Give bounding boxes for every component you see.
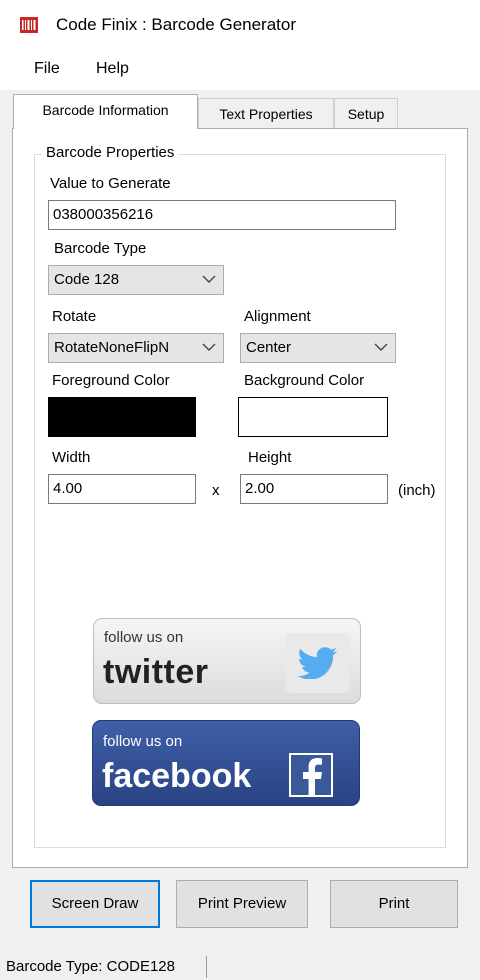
screen-draw-button[interactable]: Screen Draw <box>30 880 160 928</box>
follow-twitter-button[interactable]: follow us on twitter <box>93 618 361 704</box>
value-label: Value to Generate <box>50 175 171 192</box>
tab-text-properties[interactable]: Text Properties <box>198 98 334 128</box>
times-sign: x <box>212 482 220 499</box>
tab-setup[interactable]: Setup <box>334 98 398 128</box>
height-input[interactable]: 2.00 <box>240 474 388 504</box>
alignment-label: Alignment <box>244 308 311 325</box>
facebook-f-glyph <box>303 758 322 797</box>
height-label: Height <box>248 449 292 466</box>
value-input[interactable]: 038000356216 <box>48 200 396 230</box>
print-preview-button[interactable]: Print Preview <box>176 880 308 928</box>
alignment-select[interactable]: Center <box>240 333 396 363</box>
facebook-f-icon <box>289 753 333 797</box>
twitter-bird-icon <box>298 647 337 679</box>
facebook-small-text: follow us on <box>103 733 183 750</box>
menu-file[interactable]: File <box>34 60 60 78</box>
menu-help[interactable]: Help <box>96 60 129 78</box>
menu-bar <box>0 52 480 90</box>
barcode-type-label: Barcode Type <box>54 240 147 257</box>
facebook-big-text: facebook <box>102 757 252 795</box>
barcode-type-select[interactable]: Code 128 <box>48 265 224 295</box>
status-separator <box>206 956 207 978</box>
twitter-icon-box <box>286 633 350 693</box>
twitter-small-text: follow us on <box>104 629 184 646</box>
foreground-color-swatch[interactable] <box>48 397 196 437</box>
background-color-swatch[interactable] <box>238 397 388 437</box>
barcode-type-value: Code 128 <box>54 271 120 288</box>
twitter-big-text: twitter <box>103 653 209 691</box>
group-title: Barcode Properties <box>42 144 179 161</box>
follow-facebook-button[interactable]: follow us on facebook <box>92 720 360 806</box>
width-label: Width <box>52 449 91 466</box>
chevron-down-icon <box>202 275 216 283</box>
app-barcode-icon <box>20 17 38 33</box>
rotate-select[interactable]: RotateNoneFlipN <box>48 333 224 363</box>
window-title: Code Finix : Barcode Generator <box>56 15 297 34</box>
chevron-down-icon <box>202 343 216 351</box>
alignment-value: Center <box>246 339 292 356</box>
tab-barcode-information[interactable]: Barcode Information <box>13 94 198 129</box>
unit-label: (inch) <box>398 482 436 499</box>
background-color-label: Background Color <box>244 372 365 389</box>
chevron-down-icon <box>374 343 388 351</box>
foreground-color-label: Foreground Color <box>52 372 170 389</box>
rotate-value: RotateNoneFlipN <box>54 339 170 356</box>
rotate-label: Rotate <box>52 308 97 325</box>
print-button[interactable]: Print <box>330 880 458 928</box>
width-input[interactable]: 4.00 <box>48 474 196 504</box>
status-text: Barcode Type: CODE128 <box>6 958 175 975</box>
